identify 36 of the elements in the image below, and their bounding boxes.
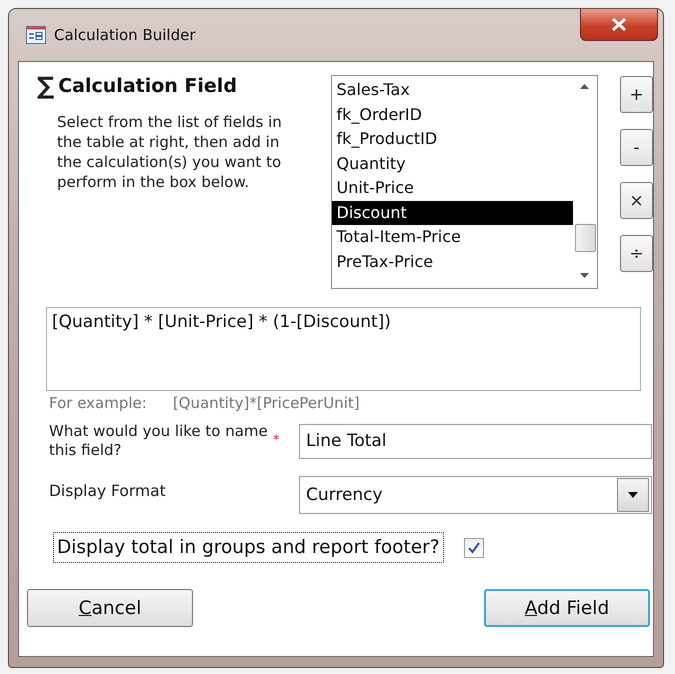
field-list-item[interactable]: Quantity <box>332 152 573 176</box>
field-list-item[interactable]: PreTax-Price <box>332 250 573 274</box>
field-list-item[interactable]: Unit-Price <box>332 176 573 200</box>
close-button[interactable] <box>580 9 658 41</box>
format-dropdown[interactable]: Currency <box>299 476 652 514</box>
form-icon <box>26 26 46 44</box>
operator-button[interactable]: + <box>620 76 653 113</box>
field-list-item[interactable]: Sales-Tax <box>332 78 573 102</box>
name-field-label: What would you like to name this field? <box>49 422 269 460</box>
field-list-item[interactable]: fk_OrderID <box>332 102 573 127</box>
required-mark: * <box>273 433 280 448</box>
scroll-down-icon <box>580 273 589 278</box>
section-title: Calculation Field <box>58 75 237 97</box>
instructions-text: Select from the list of fields in the table at right, then add in the calculation(s) you want to perform in the box below. <box>57 112 282 192</box>
example-text: [Quantity]*[PricePerUnit] <box>172 394 360 412</box>
dialog-button[interactable]: Add Field <box>484 589 650 627</box>
field-list-item[interactable]: Discount <box>332 200 573 225</box>
field-list-item[interactable]: fk_ProductID <box>332 127 573 152</box>
window-title: Calculation Builder <box>54 26 196 44</box>
dialog-button[interactable]: Cancel <box>27 589 193 627</box>
dropdown-caret-icon <box>628 492 638 498</box>
scroll-thumb[interactable] <box>575 224 596 252</box>
close-icon <box>611 18 627 31</box>
example-label: For example: <box>49 394 147 412</box>
display-total-label: Display total in groups and report footer? <box>53 532 444 563</box>
display-format-label: Display Format <box>49 482 167 501</box>
operator-button[interactable]: × <box>620 182 653 219</box>
scroll-up-icon <box>580 84 589 89</box>
name-input-field[interactable]: Line Total <box>299 424 652 458</box>
checkmark-icon <box>468 542 480 554</box>
display-total-checkbox[interactable] <box>464 538 484 558</box>
sigma-symbol: ∑ <box>37 74 54 98</box>
field-list-item[interactable]: Total-Item-Price <box>332 225 573 250</box>
formula-field[interactable]: [Quantity] * [Unit-Price] * (1-[Discount]) <box>46 307 641 391</box>
operator-button[interactable]: ÷ <box>620 235 653 272</box>
operator-button[interactable]: - <box>620 129 653 166</box>
